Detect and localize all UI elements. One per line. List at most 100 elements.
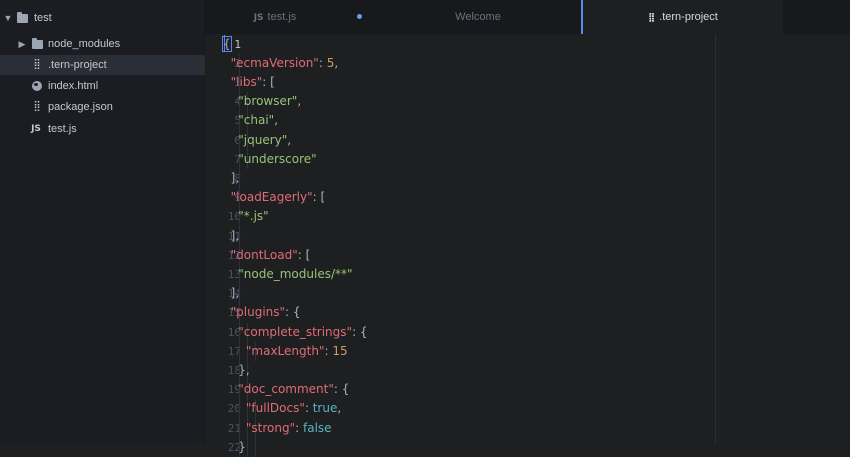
code-token: , [334,55,339,70]
tree-item-label: package.json [48,101,113,113]
json-key: "strong" [245,420,296,435]
folder-icon [31,34,43,54]
folder-icon [16,8,28,28]
tree-item-label: .tern-project [48,59,107,71]
code-token: : [304,401,313,416]
tree-item-tern-project[interactable]: ⣿ .tern-project [0,55,205,75]
code-line[interactable]: "libs": [ [223,73,275,92]
tab-bar: JS test.js Welcome ⣿ .tern-project [205,0,850,34]
json-string: "*.js" [238,209,269,224]
json-string: "chai" [238,113,275,128]
json-string: "jquery" [238,132,288,147]
json-string: "underscore" [238,151,317,166]
code-token: : { [333,382,350,397]
code-token: ], [230,228,240,243]
code-token: } [238,439,246,454]
code-token: , [337,401,342,416]
tab-tern-project[interactable]: ⣿ .tern-project [581,0,783,34]
code-line[interactable]: "dontLoad": [ [223,246,311,265]
settings-file-icon: ⣿ [33,59,40,70]
tree-item-label: index.html [48,80,99,92]
js-icon: JS [31,124,41,134]
tab-label: test.js [267,11,297,23]
tree-item-package-json[interactable]: ⣿ package.json [0,97,205,117]
tree-item-node-modules[interactable]: ▶ node_modules [0,34,205,54]
code-line[interactable]: "strong": false [223,419,332,438]
json-key: "loadEagerly" [230,190,313,205]
tree-item-test-js[interactable]: JS test.js [0,119,205,139]
code-line[interactable]: "jquery", [223,131,291,150]
code-line[interactable]: "maxLength": 15 [223,342,348,361]
tab-label: .tern-project [659,11,718,23]
code-line[interactable]: "*.js" [223,207,269,226]
code-token: ], [230,286,240,301]
code-line[interactable]: "loadEagerly": [ [223,188,326,207]
code-line[interactable]: "ecmaVersion": 5, [223,54,339,73]
code-token: : { [285,305,301,320]
json-key: "libs" [230,74,263,89]
code-line[interactable]: "plugins": { [223,303,301,322]
json-boolean: true [312,401,338,416]
code-line[interactable]: "doc_comment": { [223,380,349,399]
chevron-right-icon[interactable]: ▶ [17,34,27,54]
code-line[interactable]: ], [223,169,240,188]
tab-test-js[interactable]: JS test.js [205,0,345,34]
code-token: : [ [262,74,275,89]
json-number: 15 [332,343,348,358]
json-boolean: false [302,420,332,435]
modified-indicator-icon [357,14,362,19]
code-token: : [295,420,303,435]
json-key: "ecmaVersion" [230,55,319,70]
code-line[interactable]: } [223,438,246,457]
chevron-down-icon[interactable]: ▼ [3,8,13,28]
code-line[interactable]: "chai", [223,111,278,130]
code-line[interactable]: ], [223,284,240,303]
code-editor[interactable]: 1 2 3 4 5 6 7 8 9 10 11 12 13 14 15 16 17 18 19 20 21 22 { "e… [205,34,850,457]
code-line[interactable]: }, [223,361,250,380]
code-token: , [297,94,302,109]
code-line[interactable]: "browser", [223,92,301,111]
tree-root-label: test [34,12,52,24]
settings-file-icon: ⣿ [33,101,40,112]
code-token: : [318,55,327,70]
code-line[interactable]: ], [223,227,240,246]
tab-label: Welcome [455,11,501,23]
tree-item-label: node_modules [48,38,121,50]
tree-root-folder[interactable]: ▼ test [0,8,205,28]
tree-item-label: test.js [48,123,77,135]
code-token: }, [238,362,250,377]
tab-welcome[interactable]: Welcome [375,0,581,34]
code-line[interactable]: "underscore" [223,150,317,169]
globe-icon [31,76,43,96]
code-area[interactable]: { "ecmaVersion": 5, "libs": [ "browser",… [222,34,843,457]
code-token: , [274,113,279,128]
code-line[interactable]: "fullDocs": true, [223,399,341,418]
code-token: ], [230,170,240,185]
json-key: "doc_comment" [238,382,334,397]
json-key: "dontLoad" [230,247,298,262]
tree-item-index-html[interactable]: index.html [0,76,205,96]
json-key: "maxLength" [245,343,325,358]
json-key: "complete_strings" [238,324,353,339]
json-key: "fullDocs" [245,401,305,416]
settings-file-icon: ⣿ [648,13,656,23]
code-line[interactable]: "complete_strings": { [223,323,367,342]
code-line[interactable]: "node_modules/**" [223,265,352,284]
